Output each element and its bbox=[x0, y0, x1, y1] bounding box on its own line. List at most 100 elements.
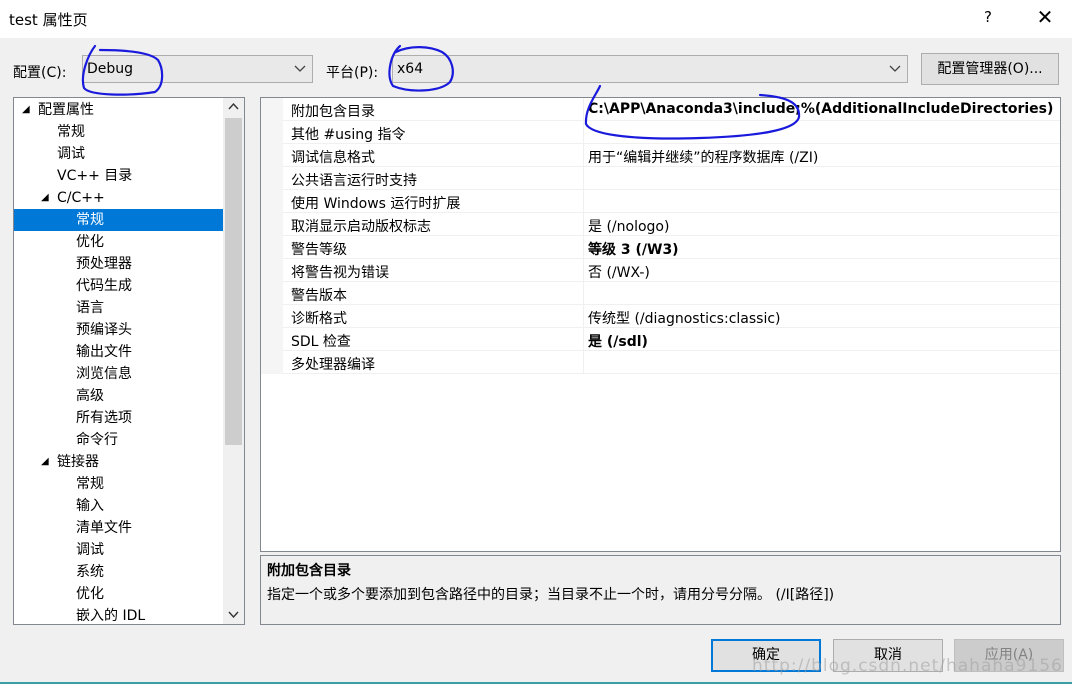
tree-item-label: 链接器 bbox=[57, 454, 99, 470]
description-panel: 附加包含目录 指定一个或多个要添加到包含路径中的目录；当目录不止一个时，请用分号… bbox=[260, 555, 1061, 625]
tree-item[interactable]: 输入 bbox=[14, 495, 223, 517]
property-value: 是 (/nologo) bbox=[588, 219, 670, 235]
tree-item[interactable]: VC++ 目录 bbox=[14, 165, 223, 187]
tree-item[interactable]: ◢ 配置属性 bbox=[14, 99, 223, 121]
row-gutter bbox=[261, 351, 283, 374]
column-divider bbox=[583, 351, 584, 374]
tree-item[interactable]: 嵌入的 IDL bbox=[14, 605, 223, 624]
tree-item-label: 常规 bbox=[76, 212, 104, 228]
tree-item[interactable]: 语言 bbox=[14, 297, 223, 319]
tree-item-label: 语言 bbox=[76, 300, 104, 316]
chevron-down-icon bbox=[889, 65, 901, 72]
tree-item[interactable]: 常规 bbox=[14, 121, 223, 143]
tree-item[interactable]: ◢ C/C++ bbox=[14, 187, 223, 209]
column-divider bbox=[583, 121, 584, 144]
tree-item-label: 输出文件 bbox=[76, 344, 132, 360]
apply-button[interactable]: 应用(A) bbox=[954, 639, 1064, 672]
platform-label: 平台(P): bbox=[326, 65, 379, 81]
property-row[interactable]: 多处理器编译 bbox=[261, 351, 1060, 374]
tree-item[interactable]: 常规 bbox=[14, 473, 223, 495]
scroll-up-icon[interactable] bbox=[223, 98, 244, 116]
column-divider bbox=[583, 328, 584, 351]
column-divider bbox=[583, 282, 584, 305]
tree-item[interactable]: 输出文件 bbox=[14, 341, 223, 363]
tree-item[interactable]: 优化 bbox=[14, 583, 223, 605]
row-gutter bbox=[261, 236, 283, 259]
row-gutter bbox=[261, 98, 283, 121]
tree-scrollbar[interactable] bbox=[223, 98, 244, 624]
expand-arrow-icon[interactable]: ◢ bbox=[41, 187, 49, 209]
property-name: 取消显示启动版权标志 bbox=[291, 219, 431, 235]
config-manager-button[interactable]: 配置管理器(O)... bbox=[921, 53, 1059, 85]
property-row[interactable]: 其他 #using 指令 bbox=[261, 121, 1060, 144]
scroll-down-icon[interactable] bbox=[223, 605, 244, 623]
property-row[interactable]: 诊断格式 传统型 (/diagnostics:classic) bbox=[261, 305, 1060, 328]
expand-arrow-icon[interactable]: ◢ bbox=[22, 99, 30, 121]
tree-item-label: 优化 bbox=[76, 586, 104, 602]
tree-item[interactable]: 系统 bbox=[14, 561, 223, 583]
tree-item[interactable]: 常规 bbox=[14, 209, 223, 231]
property-tree: ◢ 配置属性 常规 调试 VC++ 目录 ◢ C/C++ 常规 优化 预处理器 代码生成 语言 预编译头… bbox=[13, 97, 245, 625]
tree-item-label: 嵌入的 IDL bbox=[76, 608, 146, 624]
close-icon[interactable]: ✕ bbox=[1034, 5, 1056, 31]
property-row[interactable]: 取消显示启动版权标志 是 (/nologo) bbox=[261, 213, 1060, 236]
window-title: test 属性页 bbox=[9, 11, 88, 29]
tree-item[interactable]: 调试 bbox=[14, 539, 223, 561]
property-row[interactable]: 附加包含目录 C:\APP\Anaconda3\include;%(Additio… bbox=[261, 98, 1060, 121]
tree-item[interactable]: 预处理器 bbox=[14, 253, 223, 275]
tree-item[interactable]: 清单文件 bbox=[14, 517, 223, 539]
property-row[interactable]: 使用 Windows 运行时扩展 bbox=[261, 190, 1060, 213]
property-name: SDL 检查 bbox=[291, 334, 351, 350]
row-gutter bbox=[261, 328, 283, 351]
tree-item-label: 预处理器 bbox=[76, 256, 132, 272]
tree-item-label: 常规 bbox=[76, 476, 104, 492]
property-name: 公共语言运行时支持 bbox=[291, 173, 417, 189]
property-row[interactable]: SDL 检查 是 (/sdl) bbox=[261, 328, 1060, 351]
property-row[interactable]: 调试信息格式 用于“编辑并继续”的程序数据库 (/ZI) bbox=[261, 144, 1060, 167]
property-value: 等级 3 (/W3) bbox=[588, 242, 679, 258]
tree-item[interactable]: 命令行 bbox=[14, 429, 223, 451]
tree-item-label: 所有选项 bbox=[76, 410, 132, 426]
tree-item[interactable]: 浏览信息 bbox=[14, 363, 223, 385]
row-gutter bbox=[261, 144, 283, 167]
row-gutter bbox=[261, 190, 283, 213]
property-row[interactable]: 将警告视为错误 否 (/WX-) bbox=[261, 259, 1060, 282]
row-gutter bbox=[261, 121, 283, 144]
column-divider bbox=[583, 144, 584, 167]
tree-item[interactable]: 优化 bbox=[14, 231, 223, 253]
property-name: 警告等级 bbox=[291, 242, 347, 258]
column-divider bbox=[583, 236, 584, 259]
scroll-thumb[interactable] bbox=[225, 118, 242, 445]
ok-button[interactable]: 确定 bbox=[711, 639, 821, 672]
tree-item[interactable]: ◢ 链接器 bbox=[14, 451, 223, 473]
help-icon[interactable]: ? bbox=[980, 8, 996, 26]
property-name: 多处理器编译 bbox=[291, 357, 375, 373]
property-value: 用于“编辑并继续”的程序数据库 (/ZI) bbox=[588, 150, 819, 166]
title-bar: test 属性页 ? ✕ bbox=[0, 0, 1072, 38]
tree-item-label: 系统 bbox=[76, 564, 104, 580]
property-row[interactable]: 警告等级 等级 3 (/W3) bbox=[261, 236, 1060, 259]
property-name: 警告版本 bbox=[291, 288, 347, 304]
config-select[interactable]: Debug bbox=[82, 55, 313, 83]
column-divider bbox=[583, 213, 584, 236]
property-row[interactable]: 公共语言运行时支持 bbox=[261, 167, 1060, 190]
property-value: 是 (/sdl) bbox=[588, 334, 648, 350]
property-name: 使用 Windows 运行时扩展 bbox=[291, 196, 461, 212]
tree-item[interactable]: 代码生成 bbox=[14, 275, 223, 297]
config-select-value: Debug bbox=[87, 61, 134, 77]
tree-item-label: 预编译头 bbox=[76, 322, 132, 338]
tree-item-label: 优化 bbox=[76, 234, 104, 250]
property-row[interactable]: 警告版本 bbox=[261, 282, 1060, 305]
tree-item[interactable]: 高级 bbox=[14, 385, 223, 407]
cancel-button[interactable]: 取消 bbox=[833, 639, 943, 672]
tree-item-label: 调试 bbox=[57, 146, 85, 162]
tree-item-label: 常规 bbox=[57, 124, 85, 140]
platform-select[interactable]: x64 bbox=[392, 55, 908, 83]
expand-arrow-icon[interactable]: ◢ bbox=[41, 451, 49, 473]
tree-item[interactable]: 所有选项 bbox=[14, 407, 223, 429]
chevron-down-icon bbox=[294, 65, 306, 72]
config-label: 配置(C): bbox=[13, 65, 67, 81]
row-gutter bbox=[261, 259, 283, 282]
tree-item[interactable]: 调试 bbox=[14, 143, 223, 165]
tree-item[interactable]: 预编译头 bbox=[14, 319, 223, 341]
